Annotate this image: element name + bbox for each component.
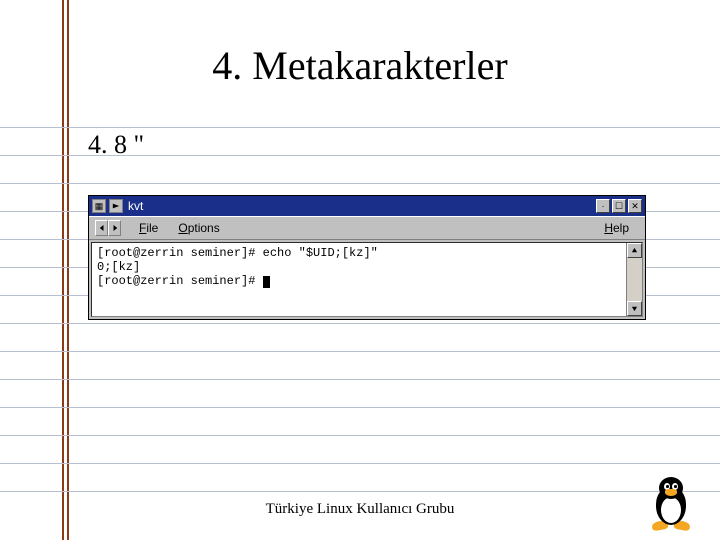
terminal-cursor (263, 276, 270, 288)
menu-options-rest: ptions (188, 221, 220, 235)
tux-penguin-icon (646, 475, 696, 530)
window-arrow-icon[interactable] (109, 199, 123, 213)
menu-options[interactable]: Options (168, 219, 229, 237)
vertical-scrollbar[interactable] (626, 243, 642, 316)
menu-scroll-right-icon[interactable] (108, 220, 121, 236)
menu-file-rest: ile (146, 221, 158, 235)
menu-help[interactable]: Help (594, 219, 639, 237)
terminal-line: 0;[kz] (97, 260, 140, 274)
terminal-line: [root@zerrin seminer]# echo "$UID;[kz]" (97, 246, 378, 260)
minimize-button[interactable]: · (596, 199, 610, 213)
menu-scroll-left-icon[interactable] (95, 220, 108, 236)
titlebar[interactable]: ▦ kvt · ☐ ✕ (89, 196, 645, 216)
terminal-line: [root@zerrin seminer]# (97, 274, 263, 288)
menu-help-rest: elp (613, 221, 629, 235)
notebook-rules (0, 100, 720, 540)
close-button[interactable]: ✕ (628, 199, 642, 213)
menu-file[interactable]: File (129, 219, 168, 237)
terminal-output[interactable]: [root@zerrin seminer]# echo "$UID;[kz]" … (92, 243, 626, 316)
terminal-window: ▦ kvt · ☐ ✕ File Options Help (88, 195, 646, 320)
scroll-up-button[interactable] (627, 243, 642, 258)
menubar: File Options Help (89, 216, 645, 240)
terminal-body[interactable]: [root@zerrin seminer]# echo "$UID;[kz]" … (91, 242, 643, 317)
footer-text: Türkiye Linux Kullanıcı Grubu (0, 501, 720, 518)
section-heading: 4. 8 " (88, 130, 144, 160)
scroll-track[interactable] (627, 258, 642, 301)
page-title: 4. Metakarakterler (0, 42, 720, 89)
system-menu-icon[interactable]: ▦ (92, 199, 106, 213)
window-title: kvt (128, 199, 596, 213)
maximize-button[interactable]: ☐ (612, 199, 626, 213)
scroll-down-button[interactable] (627, 301, 642, 316)
